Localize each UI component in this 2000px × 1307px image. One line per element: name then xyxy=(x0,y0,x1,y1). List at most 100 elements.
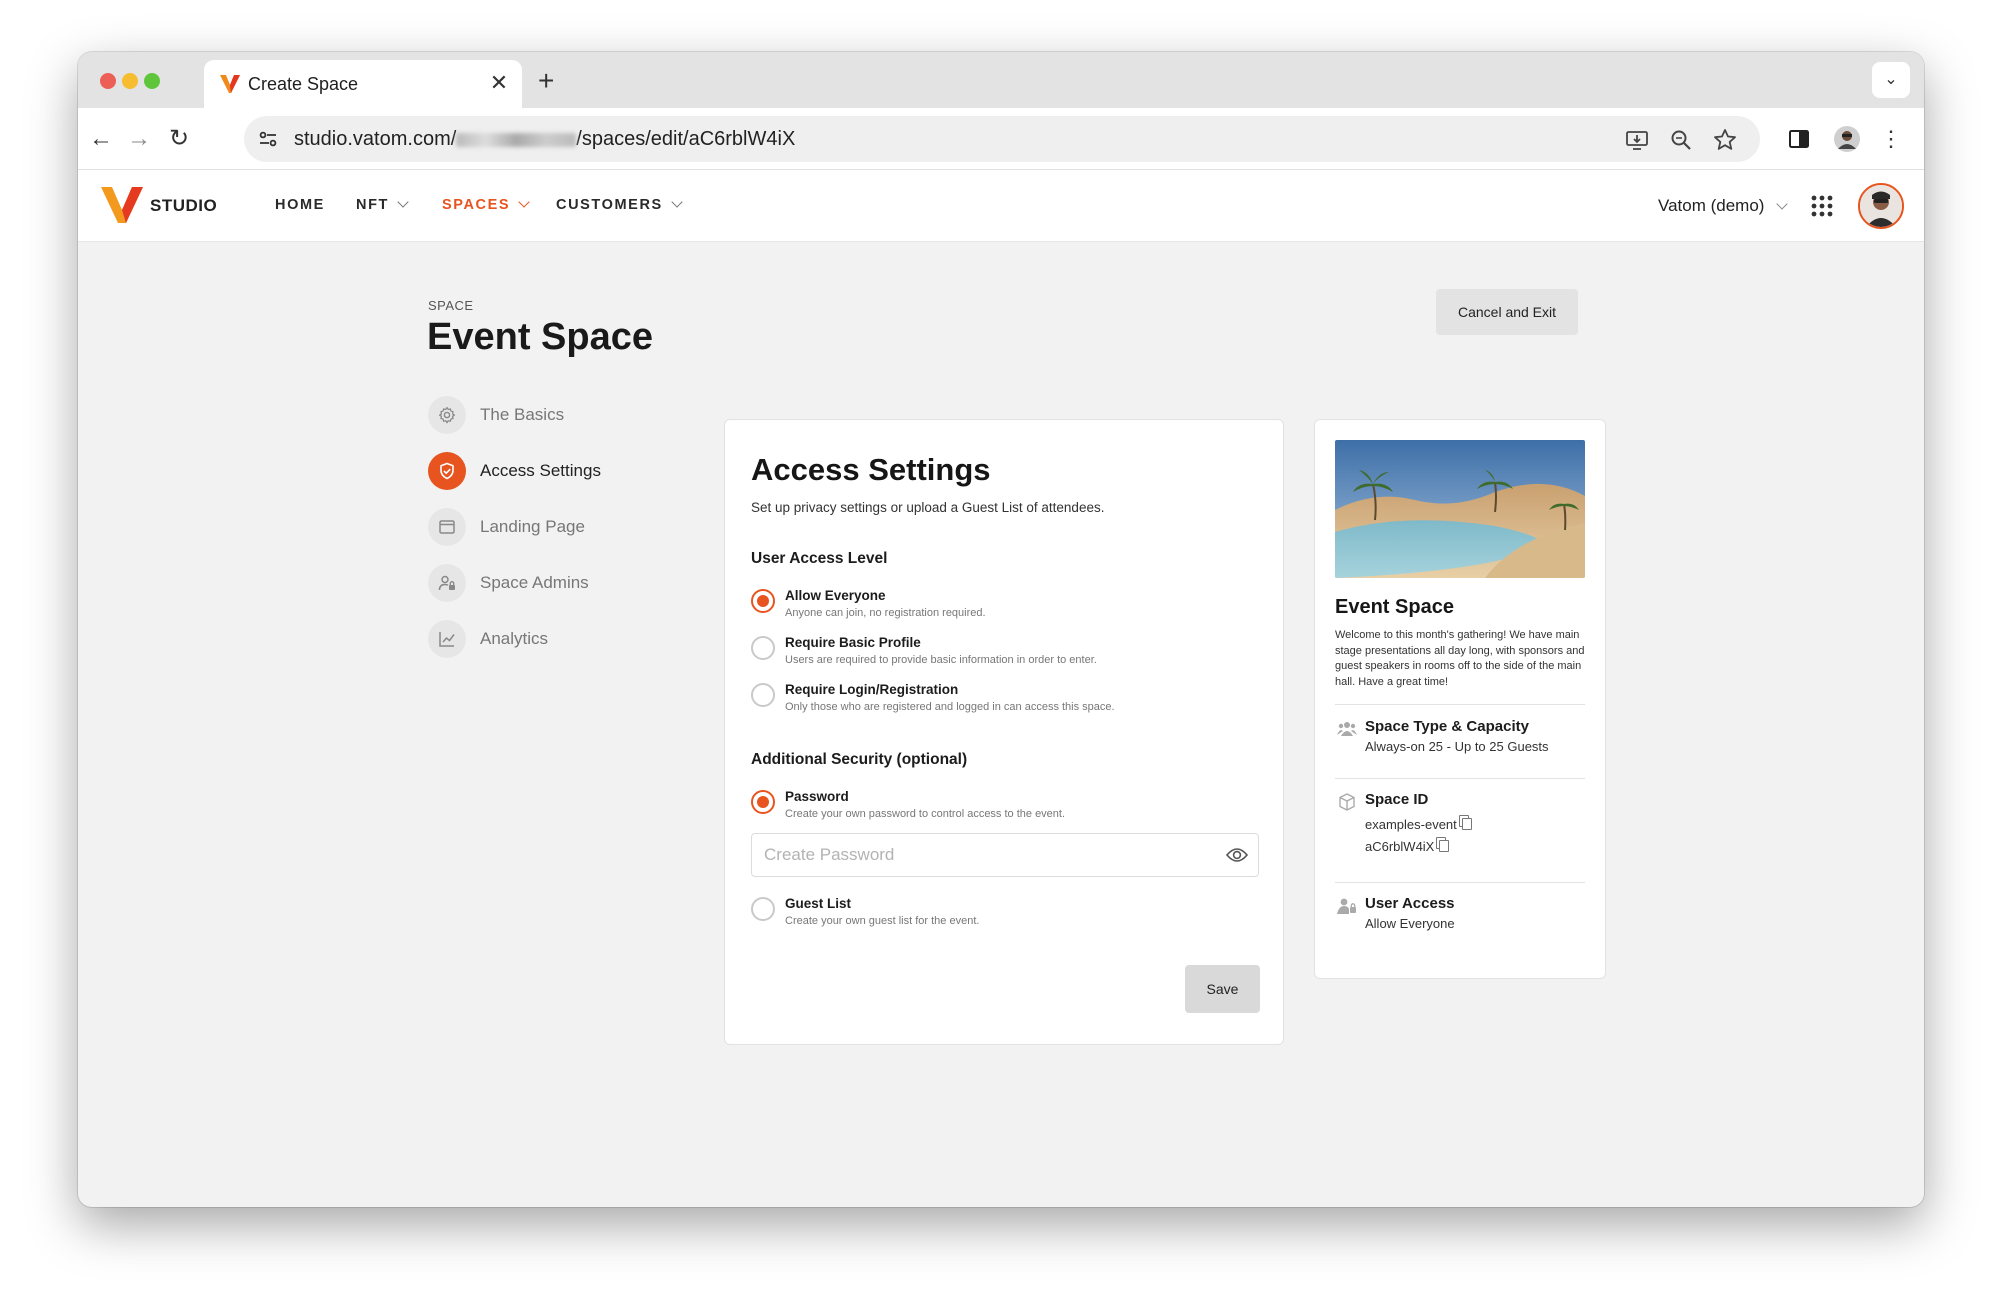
space-id-code-text: aC6rblW4iX xyxy=(1365,839,1435,854)
radio-require-basic-profile[interactable]: Require Basic Profile Users are required… xyxy=(751,635,1271,676)
access-settings-card: Access Settings Set up privacy settings … xyxy=(724,419,1284,1045)
url-suffix: /spaces/edit/aC6rblW4iX xyxy=(576,128,796,150)
zoom-icon[interactable] xyxy=(1668,127,1694,153)
divider xyxy=(1335,882,1585,883)
sidebar-item-label: Access Settings xyxy=(480,461,601,480)
chevron-down-icon xyxy=(1776,198,1789,210)
app-grid-icon[interactable] xyxy=(1810,194,1834,218)
nav-nft[interactable]: NFT xyxy=(356,196,409,213)
side-panel-icon[interactable] xyxy=(1784,124,1814,154)
sidebar-item-label: Landing Page xyxy=(480,517,585,536)
org-switcher[interactable]: Vatom (demo) xyxy=(1658,196,1789,216)
radio-circle[interactable] xyxy=(751,897,775,921)
back-button[interactable]: ← xyxy=(84,122,118,156)
space-id-heading: Space ID xyxy=(1365,791,1429,808)
save-button[interactable]: Save xyxy=(1185,965,1260,1013)
radio-password[interactable]: Password Create your own password to con… xyxy=(751,789,1271,830)
nav-customers-label: CUSTOMERS xyxy=(556,197,663,213)
browser-tab[interactable]: Create Space ✕ xyxy=(204,60,522,108)
nav-home[interactable]: HOME xyxy=(275,197,325,213)
radio-circle[interactable] xyxy=(751,636,775,660)
sidebar-item-access-settings[interactable]: Access Settings xyxy=(428,452,628,492)
install-app-icon[interactable] xyxy=(1624,127,1650,153)
close-window-button[interactable] xyxy=(100,73,116,89)
sidebar-item-label: Analytics xyxy=(480,629,549,648)
radio-description: Create your own password to control acce… xyxy=(785,808,1066,820)
divider xyxy=(1335,704,1585,705)
page-title: Event Space xyxy=(427,316,653,358)
sidebar-item-label: The Basics xyxy=(480,405,565,424)
users-group-icon xyxy=(1337,722,1357,736)
chevron-down-icon xyxy=(397,196,409,208)
url-text[interactable]: studio.vatom.com/ /spaces/edit/aC6rblW4iX xyxy=(294,128,795,151)
forward-button[interactable]: → xyxy=(122,122,156,156)
org-name: Vatom (demo) xyxy=(1658,196,1765,215)
new-tab-button[interactable]: + xyxy=(538,67,554,95)
desert-oasis-image xyxy=(1335,440,1585,578)
eye-icon[interactable] xyxy=(1225,844,1249,866)
nav-customers[interactable]: CUSTOMERS xyxy=(556,196,683,213)
shield-icon xyxy=(428,452,466,490)
preview-title: Event Space xyxy=(1335,596,1454,618)
radio-label: Password xyxy=(785,789,849,804)
user-avatar[interactable] xyxy=(1858,183,1904,229)
radio-guest-list[interactable]: Guest List Create your own guest list fo… xyxy=(751,896,1271,937)
copy-icon[interactable] xyxy=(1461,818,1472,830)
cube-icon xyxy=(1339,793,1355,811)
divider xyxy=(1335,778,1585,779)
copy-icon[interactable] xyxy=(1439,840,1450,852)
reload-button[interactable]: ↻ xyxy=(162,122,196,156)
radio-label: Guest List xyxy=(785,896,852,911)
radio-description: Only those who are registered and logged… xyxy=(785,701,1115,713)
radio-label: Require Basic Profile xyxy=(785,635,921,650)
nav-nft-label: NFT xyxy=(356,197,389,213)
radio-allow-everyone[interactable]: Allow Everyone Anyone can join, no regis… xyxy=(751,588,1271,629)
browser-menu-icon[interactable]: ⋮ xyxy=(1874,122,1908,156)
space-id-slug: examples-event xyxy=(1365,817,1472,832)
site-settings-icon[interactable] xyxy=(256,127,280,151)
nav-spaces-label: SPACES xyxy=(442,197,511,213)
tab-search-button[interactable]: ⌄ xyxy=(1872,62,1910,98)
radio-circle[interactable] xyxy=(751,589,775,613)
vatom-favicon-icon xyxy=(220,75,240,93)
profile-avatar-icon[interactable] xyxy=(1832,124,1862,154)
address-bar[interactable]: studio.vatom.com/ /spaces/edit/aC6rblW4iX xyxy=(244,116,1760,162)
user-photo-icon xyxy=(1860,185,1902,227)
space-type-value: Always-on 25 - Up to 25 Guests xyxy=(1365,739,1549,754)
sidebar-item-space-admins[interactable]: Space Admins xyxy=(428,564,628,604)
user-access-heading: User Access xyxy=(1365,895,1455,912)
space-preview-card: Event Space Welcome to this month's gath… xyxy=(1314,419,1606,979)
user-lock-icon xyxy=(1337,898,1356,914)
user-access-heading: User Access Level xyxy=(751,550,888,567)
bookmark-star-icon[interactable] xyxy=(1712,127,1738,153)
password-input[interactable] xyxy=(751,833,1259,877)
user-access-value: Allow Everyone xyxy=(1365,916,1455,931)
space-thumbnail xyxy=(1335,440,1585,578)
user-lock-icon xyxy=(428,564,466,602)
card-subtitle: Set up privacy settings or upload a Gues… xyxy=(751,500,1105,515)
maximize-window-button[interactable] xyxy=(144,73,160,89)
close-tab-icon[interactable]: ✕ xyxy=(486,70,512,96)
space-id-code: aC6rblW4iX xyxy=(1365,839,1450,854)
minimize-window-button[interactable] xyxy=(122,73,138,89)
radio-circle[interactable] xyxy=(751,790,775,814)
sidebar-item-the-basics[interactable]: The Basics xyxy=(428,396,628,436)
radio-require-login[interactable]: Require Login/Registration Only those wh… xyxy=(751,682,1271,723)
space-type-heading: Space Type & Capacity xyxy=(1365,718,1529,735)
chevron-down-icon xyxy=(671,196,683,208)
radio-description: Users are required to provide basic info… xyxy=(785,654,1097,666)
cancel-and-exit-button[interactable]: Cancel and Exit xyxy=(1436,289,1578,335)
preview-description: Welcome to this month's gathering! We ha… xyxy=(1335,629,1585,688)
chart-line-icon xyxy=(428,620,466,658)
url-prefix: studio.vatom.com/ xyxy=(294,128,457,150)
sidebar-item-landing-page[interactable]: Landing Page xyxy=(428,508,628,548)
browser-toolbar: ← → ↻ studio.vatom.com/ /spaces/edit/aC6r… xyxy=(78,108,1924,170)
radio-label: Require Login/Registration xyxy=(785,682,959,697)
sidebar-item-analytics[interactable]: Analytics xyxy=(428,620,628,660)
tab-title: Create Space xyxy=(248,74,359,94)
radio-circle[interactable] xyxy=(751,683,775,707)
card-title: Access Settings xyxy=(751,452,991,487)
vatom-logo-icon[interactable] xyxy=(100,186,144,224)
logo-text: STUDIO xyxy=(150,196,218,215)
nav-spaces[interactable]: SPACES xyxy=(442,196,530,213)
